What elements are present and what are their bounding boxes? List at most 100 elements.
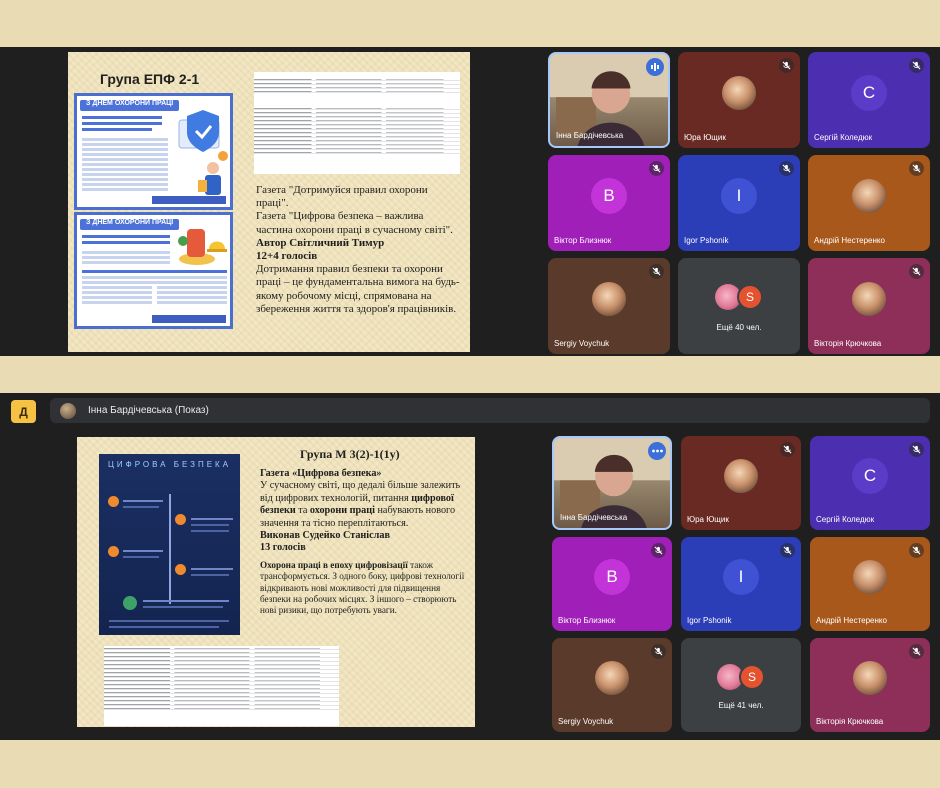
avatar: I (721, 178, 757, 214)
avatar (595, 661, 629, 695)
window-titlebar: Д Інна Бардічевська (Показ) (0, 393, 940, 429)
text-paragraph: У сучасному світі, що дедалі більше зале… (260, 480, 461, 529)
app-logo-glyph: Д (19, 404, 28, 419)
more-participants-tile[interactable]: S Ещё 40 чел. (678, 258, 800, 354)
mic-off-icon (779, 161, 794, 176)
text-paragraph: Дотримання правил безпеки та охорони пра… (256, 263, 460, 315)
participant-tile[interactable]: В Віктор Близнюк (552, 537, 672, 631)
poster-footer (152, 315, 226, 323)
participant-tile[interactable]: Юра Ющик (681, 436, 801, 530)
avatar: С (852, 458, 888, 494)
participant-tile[interactable]: Вікторія Крючкова (808, 258, 930, 354)
mic-off-icon (909, 543, 924, 558)
mic-off-icon (779, 58, 794, 73)
mic-off-icon (909, 644, 924, 659)
slide-text: Газета "Дотримуйся правил охорони праці"… (256, 184, 461, 316)
more-participants-tile[interactable]: S Ещё 41 чел. (681, 638, 801, 732)
avatar: С (851, 75, 887, 111)
mic-off-icon (909, 442, 924, 457)
participant-tile[interactable]: В Віктор Близнюк (548, 155, 670, 251)
slide-text: Газета «Цифрова безпека» У сучасному сві… (260, 468, 466, 617)
participant-name: Вікторія Крючкова (814, 339, 882, 348)
participant-tile[interactable]: Андрій Нестеренко (808, 155, 930, 251)
poster-banner: З ДНЕМ ОХОРОНИ ПРАЦІ (80, 100, 180, 111)
participant-name: Юра Ющик (684, 133, 726, 142)
participant-tile[interactable]: I Igor Pshonik (678, 155, 800, 251)
mic-off-icon (651, 644, 666, 659)
participant-tile[interactable]: Юра Ющик (678, 52, 800, 148)
text-paragraph: Газета "Дотримуйся правил охорони праці"… (256, 184, 428, 210)
window-title: Інна Бардічевська (Показ) (88, 405, 209, 416)
avatar: S (739, 664, 765, 690)
participant-name: Igor Pshonik (684, 236, 729, 245)
author-line: Виконав Судейко Станіслав (260, 530, 390, 542)
safety-equipment-icon (178, 229, 227, 265)
participant-name: Igor Pshonik (687, 616, 732, 625)
slide-heading: Група М 3(2)-1(1у) (300, 447, 400, 461)
infographic-poster: ЦИФРОВА БЕЗПЕКА (99, 454, 240, 635)
presenter-title-bar: Інна Бардічевська (Показ) (50, 398, 930, 423)
participant-name: Sergiy Voychuk (554, 339, 610, 348)
worker-figure-icon (198, 162, 221, 195)
votes-spreadsheet (104, 646, 339, 726)
participant-tile[interactable]: Інна Бардічевська (548, 52, 670, 148)
more-options-icon[interactable] (648, 442, 666, 460)
participant-name: Інна Бардічевська (556, 131, 624, 140)
slide-heading: Група ЕПФ 2-1 (100, 71, 200, 87)
mic-off-icon (909, 161, 924, 176)
poster-bottom: З ДНЕМ ОХОРОНИ ПРАЦІ (74, 212, 233, 329)
mic-off-icon (909, 264, 924, 279)
mic-off-icon (649, 161, 664, 176)
participant-name: Ещё 40 чел. (716, 323, 762, 332)
poster-footer (152, 196, 226, 204)
participant-tile[interactable]: С Сергій Коледюк (808, 52, 930, 148)
participant-name: Віктор Близнюк (558, 616, 616, 625)
participant-name: Андрій Нестеренко (816, 616, 887, 625)
poster-banner: З ДНЕМ ОХОРОНИ ПРАЦІ (80, 219, 180, 230)
shared-slide: Група ЕПФ 2-1 З ДНЕМ ОХОРОНИ ПРАЦІ З ДНЕ… (68, 52, 470, 352)
app-logo[interactable]: Д (11, 400, 36, 423)
avatar (853, 661, 887, 695)
participant-tile[interactable]: С Сергій Коледюк (810, 436, 930, 530)
avatar (724, 459, 758, 493)
author-line: Автор Світличний Тимур (256, 236, 385, 249)
poster-top: З ДНЕМ ОХОРОНИ ПРАЦІ (74, 93, 233, 210)
meeting-window-bottom: Д Інна Бардічевська (Показ) ЦИФРОВА БЕЗП… (0, 393, 940, 740)
avatar (852, 179, 886, 213)
mic-off-icon (649, 264, 664, 279)
participant-name: Віктор Близнюк (554, 236, 612, 245)
avatar: S (737, 284, 763, 310)
mic-off-icon (780, 442, 795, 457)
participant-name: Юра Ющик (687, 515, 729, 524)
text-paragraph: Охорона праці в епоху цифровізації також… (260, 559, 465, 616)
text-paragraph: Газета "Цифрова безпека – важлива частин… (256, 210, 453, 236)
avatar: В (594, 559, 630, 595)
participant-name: Інна Бардічевська (560, 513, 628, 522)
mic-off-icon (909, 58, 924, 73)
votes-spreadsheet (254, 72, 460, 174)
votes-line: 12+4 голосів (256, 250, 318, 263)
avatar (853, 560, 887, 594)
shield-icon (178, 110, 228, 161)
participant-name: Сергій Коледюк (816, 515, 875, 524)
avatar (722, 76, 756, 110)
participant-name: Андрій Нестеренко (814, 236, 885, 245)
participant-tile[interactable]: Sergiy Voychuk (548, 258, 670, 354)
participant-tile[interactable]: Андрій Нестеренко (810, 537, 930, 631)
participant-tile[interactable]: Інна Бардічевська (552, 436, 672, 530)
avatar (852, 282, 886, 316)
votes-line: 13 голосів (260, 542, 306, 554)
avatar: I (723, 559, 759, 595)
avatar: В (591, 178, 627, 214)
participant-name: Вікторія Крючкова (816, 717, 884, 726)
shared-slide: ЦИФРОВА БЕЗПЕКА Група М 3(2)-1(1у) Газет… (77, 437, 475, 727)
participant-tile[interactable]: Вікторія Крючкова (810, 638, 930, 732)
mic-off-icon (780, 543, 795, 558)
mic-off-icon (651, 543, 666, 558)
participant-tile[interactable]: Sergiy Voychuk (552, 638, 672, 732)
participant-name: Сергій Коледюк (814, 133, 873, 142)
participant-tile[interactable]: I Igor Pshonik (681, 537, 801, 631)
participant-name: Ещё 41 чел. (718, 701, 764, 710)
avatar (592, 282, 626, 316)
speaking-indicator-icon (646, 58, 664, 76)
